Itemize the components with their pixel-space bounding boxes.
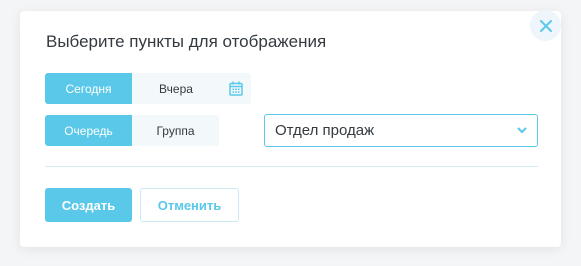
dialog-title: Выберите пункты для отображения: [46, 32, 327, 51]
create-button[interactable]: Создать: [45, 188, 132, 222]
today-button[interactable]: Сегодня: [45, 73, 132, 104]
calendar-button[interactable]: [220, 73, 251, 104]
calendar-icon: [228, 81, 243, 96]
queue-button[interactable]: Очередь: [45, 115, 132, 146]
close-button[interactable]: [530, 10, 561, 41]
divider: [45, 166, 538, 167]
cancel-button[interactable]: Отменить: [140, 188, 239, 222]
yesterday-button[interactable]: Вчера: [132, 73, 220, 104]
department-select[interactable]: Отдел продаж: [264, 114, 538, 147]
close-icon: [539, 19, 552, 32]
chevron-down-icon: [507, 127, 537, 134]
department-select-value: Отдел продаж: [275, 122, 375, 139]
day-toggle: Сегодня Вчера: [45, 73, 251, 104]
type-toggle: Очередь Группа: [45, 115, 219, 146]
group-button[interactable]: Группа: [132, 115, 219, 146]
